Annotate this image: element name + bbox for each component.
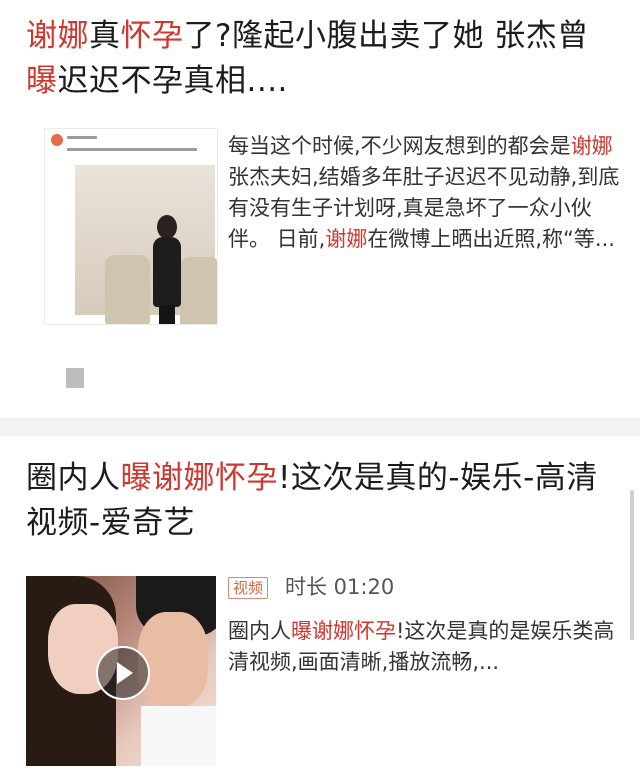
title-keyword: 曝谢娜怀孕 (120, 460, 278, 496)
result-separator (0, 418, 640, 436)
title-text: 迟迟不孕真相.... (57, 63, 288, 99)
video-thumbnail[interactable] (26, 576, 216, 766)
avatar (51, 134, 63, 146)
person-body (153, 237, 181, 307)
search-result-2[interactable]: 圈内人曝谢娜怀孕!这次是真的-娱乐-高清视频-爱奇艺 视频 时长 01:20 圈… (0, 436, 640, 781)
excerpt-keyword: 曝谢娜怀孕 (291, 619, 396, 643)
title-text: 真 (89, 18, 121, 54)
man-face-shape (138, 612, 208, 707)
title-keyword: 曝 (26, 63, 58, 99)
weibo-username-line (67, 136, 97, 139)
search-result-1[interactable]: 谢娜真怀孕了?隆起小腹出卖了她 张杰曾曝迟迟不孕真相.... 每当这个时候,不少… (0, 0, 640, 418)
title-keyword: 谢娜 (26, 18, 89, 54)
excerpt-text: 在微博上晒出近照,称“等... (367, 227, 615, 251)
result-thumbnail[interactable] (44, 128, 218, 325)
video-duration: 时长 01:20 (285, 575, 395, 599)
result-title[interactable]: 圈内人曝谢娜怀孕!这次是真的-娱乐-高清视频-爱奇艺 (26, 456, 616, 546)
excerpt-keyword: 谢娜 (325, 227, 368, 251)
result-title[interactable]: 谢娜真怀孕了?隆起小腹出卖了她 张杰曾曝迟迟不孕真相.... (26, 14, 616, 104)
person-legs (159, 305, 175, 324)
weibo-header (51, 134, 211, 160)
play-triangle (117, 662, 133, 684)
excerpt-keyword: 谢娜 (570, 134, 613, 158)
title-text: 了?隆起小腹出卖了她 张杰曾 (183, 18, 589, 54)
weibo-photo (75, 165, 217, 324)
title-keyword: 怀孕 (120, 18, 184, 54)
result-excerpt: 每当这个时候,不少网友想到的都会是谢娜张杰夫妇,结婚多年肚子迟迟不见动静,到底有… (228, 131, 620, 255)
broken-image-placeholder (66, 368, 84, 388)
scrollbar[interactable] (630, 490, 634, 640)
person-head (157, 215, 177, 239)
result-excerpt: 圈内人曝谢娜怀孕!这次是真的是娱乐类高清视频,画面清晰,播放流畅,... (228, 616, 620, 678)
excerpt-text: 每当这个时候,不少网友想到的都会是 (228, 134, 571, 158)
title-text: 圈内人 (26, 460, 121, 496)
chair-shape (105, 255, 150, 324)
play-icon[interactable] (96, 646, 150, 700)
chair-shape (180, 257, 217, 324)
video-tag-badge: 视频 (228, 577, 269, 599)
excerpt-text: 圈内人 (228, 619, 291, 643)
shirt-shape (141, 706, 216, 766)
weibo-text-line (67, 148, 197, 151)
